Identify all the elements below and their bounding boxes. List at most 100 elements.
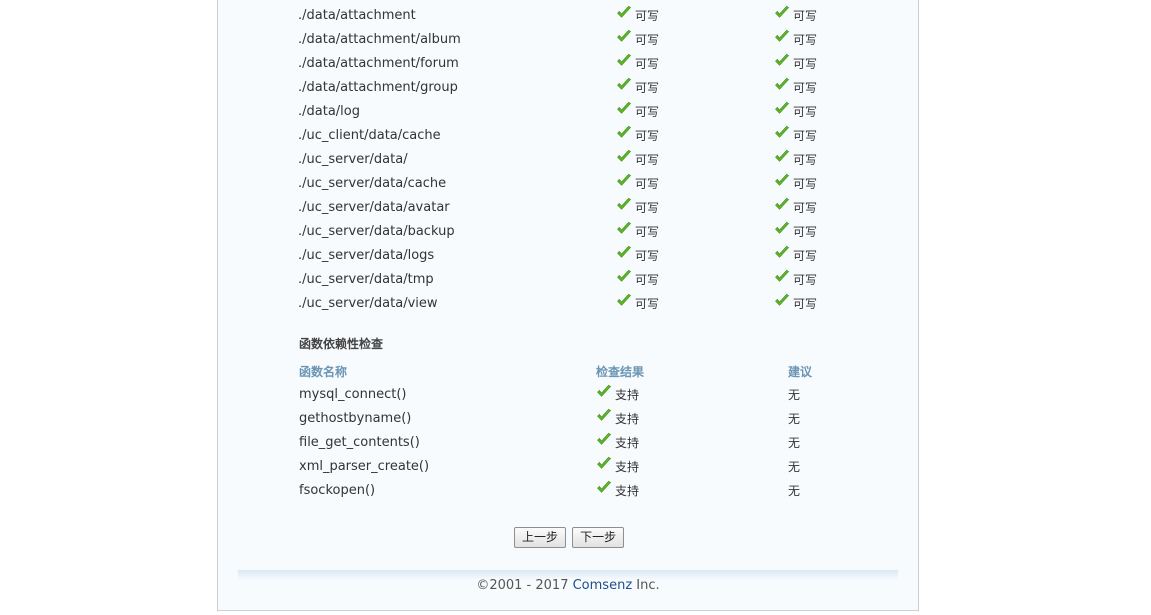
check-icon [616, 149, 632, 165]
directory-row: ./data/attachment/album 可写 可写 [298, 28, 858, 52]
function-name: file_get_contents() [299, 435, 420, 450]
required-status: 可写 [774, 244, 817, 268]
required-status-text: 可写 [793, 153, 818, 167]
current-status: 可写 [616, 4, 659, 28]
directory-row: ./uc_server/data/avatar 可写 可写 [298, 196, 858, 220]
current-status: 可写 [616, 172, 659, 196]
current-status-text: 可写 [635, 273, 660, 287]
function-row: xml_parser_create() 支持 无 [299, 455, 859, 479]
current-status: 可写 [616, 220, 659, 244]
copyright: ©2001 - 2017 Comsenz Inc. [218, 578, 918, 593]
function-rows: mysql_connect() 支持无 gethostbyname() 支持无 file… [299, 383, 859, 503]
check-icon [616, 29, 632, 45]
required-status: 可写 [774, 220, 817, 244]
current-status-text: 可写 [635, 225, 660, 239]
check-icon [774, 173, 790, 189]
required-status-text: 可写 [793, 249, 818, 263]
check-icon [596, 456, 612, 472]
required-status: 可写 [774, 52, 817, 76]
required-status-text: 可写 [793, 273, 818, 287]
current-status-text: 可写 [635, 177, 660, 191]
function-result-text: 支持 [615, 412, 640, 426]
check-icon [616, 269, 632, 285]
copyright-prefix: ©2001 - 2017 [476, 578, 573, 593]
current-status: 可写 [616, 268, 659, 292]
required-status: 可写 [774, 196, 817, 220]
required-status-text: 可写 [793, 129, 818, 143]
company-link[interactable]: Comsenz [573, 578, 633, 593]
check-icon [774, 101, 790, 117]
check-icon [774, 29, 790, 45]
function-result-text: 支持 [615, 484, 640, 498]
required-status-text: 可写 [793, 9, 818, 23]
function-row: file_get_contents() 支持 无 [299, 431, 859, 455]
current-status: 可写 [616, 292, 659, 316]
directory-row: ./uc_server/data/tmp 可写 可写 [298, 268, 858, 292]
required-status-text: 可写 [793, 177, 818, 191]
function-row: mysql_connect() 支持 无 [299, 383, 859, 407]
check-icon [616, 173, 632, 189]
current-status: 可写 [616, 124, 659, 148]
current-status-text: 可写 [635, 201, 660, 215]
function-row: fsockopen() 支持 无 [299, 479, 859, 503]
required-status: 可写 [774, 124, 817, 148]
current-status-text: 可写 [635, 33, 660, 47]
check-icon [774, 245, 790, 261]
directory-row: ./data/log 可写 可写 [298, 100, 858, 124]
required-status: 可写 [774, 172, 817, 196]
required-status: 可写 [774, 76, 817, 100]
check-icon [774, 269, 790, 285]
check-icon [774, 197, 790, 213]
current-status: 可写 [616, 28, 659, 52]
check-icon [596, 432, 612, 448]
directory-path: ./data/attachment/album [298, 32, 461, 47]
required-status: 可写 [774, 268, 817, 292]
required-status-text: 可写 [793, 57, 818, 71]
step-buttons: 上一步 下一步 [514, 526, 625, 548]
function-result: 支持 [596, 479, 639, 503]
function-check-table: 函数名称 检查结果 建议 mysql_connect() 支持无 gethostby… [299, 361, 859, 503]
next-step-button[interactable]: 下一步 [572, 527, 625, 548]
function-result: 支持 [596, 383, 639, 407]
install-panel: ./data/attachment 可写 可写 ./data/attachment/a… [217, 0, 919, 611]
current-status-text: 可写 [635, 105, 660, 119]
function-advice: 无 [788, 436, 801, 450]
check-icon [616, 245, 632, 261]
directory-path: ./uc_server/data/cache [298, 176, 447, 191]
required-status: 可写 [774, 100, 817, 124]
current-status: 可写 [616, 52, 659, 76]
function-advice: 无 [788, 484, 801, 498]
function-result-text: 支持 [615, 436, 640, 450]
header-advice: 建议 [788, 365, 813, 379]
directory-path: ./data/log [298, 104, 360, 119]
required-status-text: 可写 [793, 33, 818, 47]
directory-path: ./data/attachment/group [298, 80, 458, 95]
directory-row: ./uc_server/data/view 可写 可写 [298, 292, 858, 316]
prev-step-button[interactable]: 上一步 [514, 527, 567, 548]
function-result: 支持 [596, 407, 639, 431]
check-icon [774, 125, 790, 141]
directory-path: ./uc_server/data/avatar [298, 200, 450, 215]
check-icon [616, 221, 632, 237]
current-status-text: 可写 [635, 9, 660, 23]
check-icon [616, 101, 632, 117]
function-result: 支持 [596, 431, 639, 455]
required-status-text: 可写 [793, 81, 818, 95]
directory-path: ./uc_server/data/tmp [298, 272, 434, 287]
check-icon [596, 408, 612, 424]
function-advice: 无 [788, 460, 801, 474]
directory-row: ./uc_server/data/logs 可写 可写 [298, 244, 858, 268]
check-icon [774, 149, 790, 165]
check-icon [774, 5, 790, 21]
function-check-title: 函数依赖性检查 [299, 337, 384, 351]
header-function-name: 函数名称 [299, 365, 348, 379]
required-status: 可写 [774, 4, 817, 28]
function-row: gethostbyname() 支持 无 [299, 407, 859, 431]
header-check-result: 检查结果 [596, 365, 645, 379]
current-status: 可写 [616, 196, 659, 220]
current-status-text: 可写 [635, 57, 660, 71]
directory-row: ./data/attachment 可写 可写 [298, 4, 858, 28]
directory-path: ./data/attachment [298, 8, 416, 23]
function-table-header: 函数名称 检查结果 建议 [299, 361, 859, 383]
function-result-text: 支持 [615, 388, 640, 402]
